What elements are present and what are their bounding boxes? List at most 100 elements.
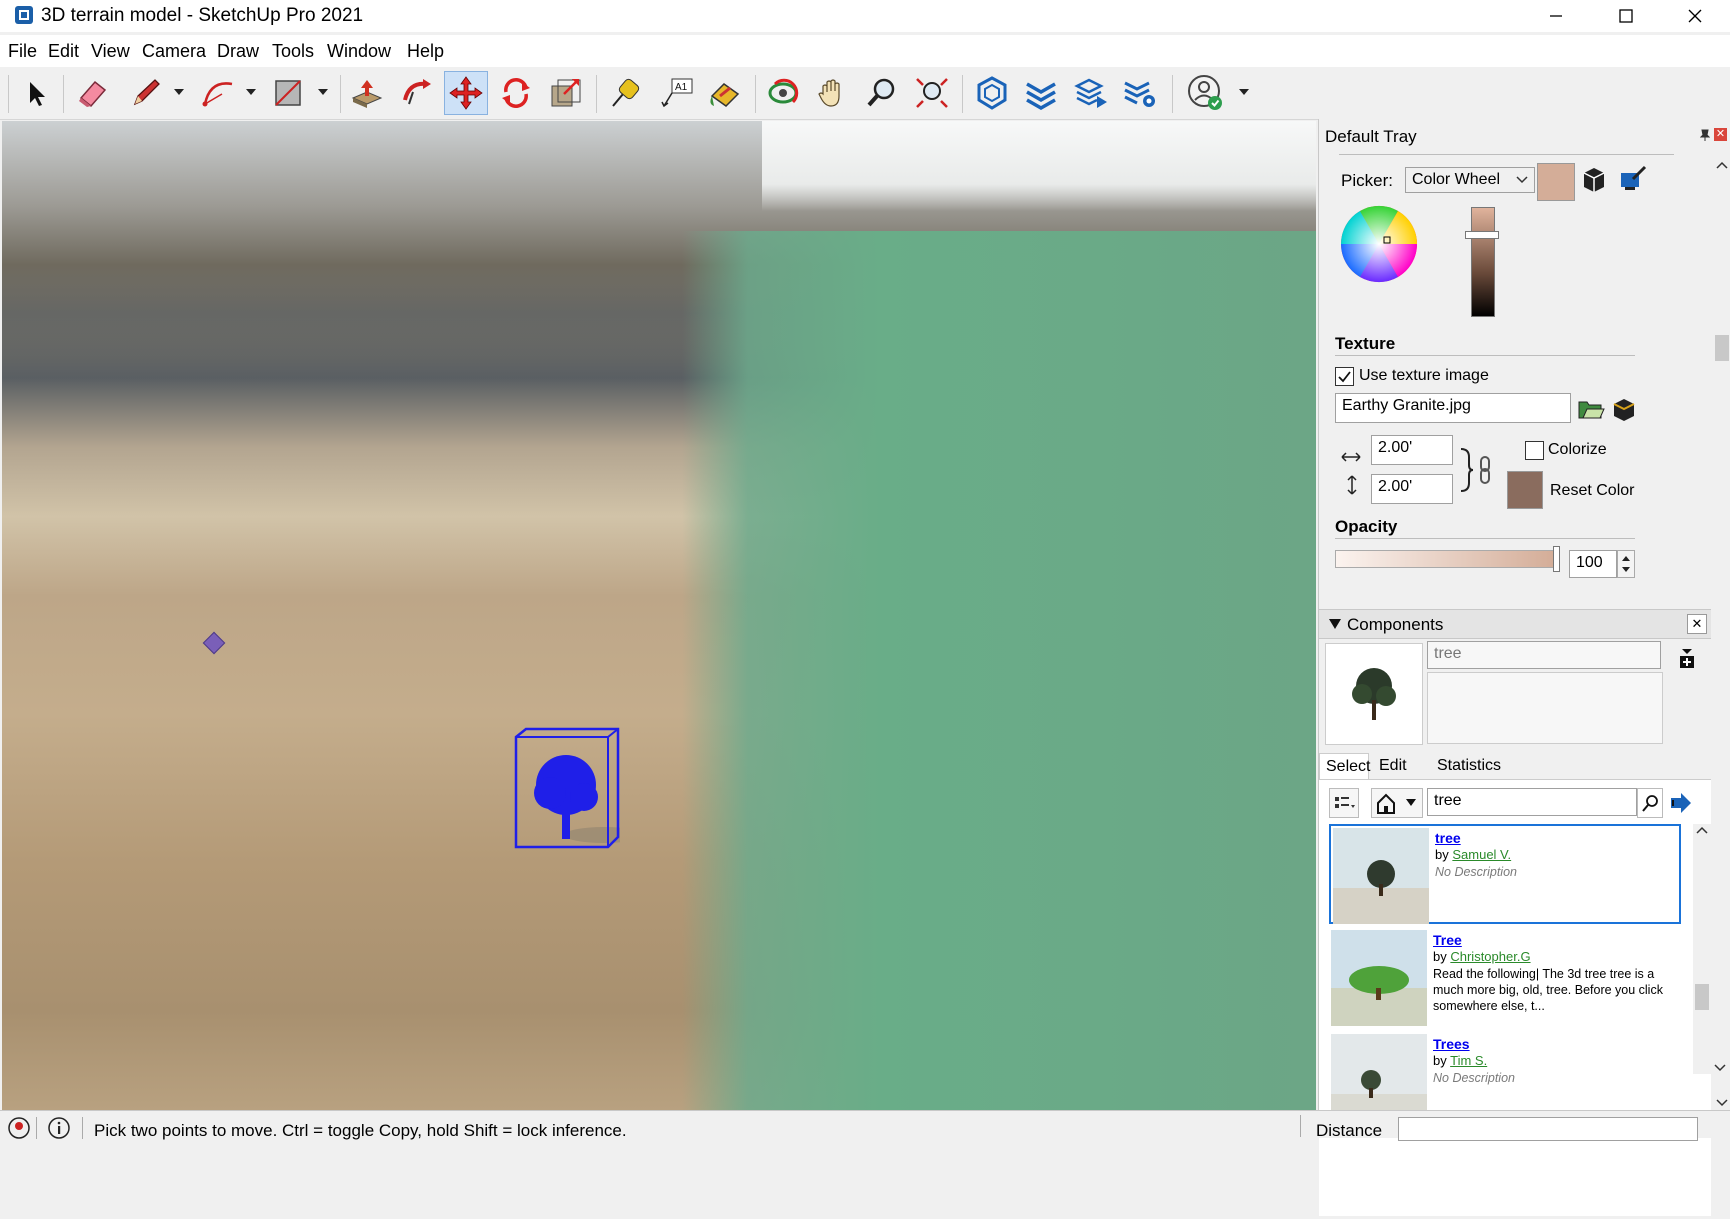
maximize-button[interactable] [1591,0,1661,32]
menu-help[interactable]: Help [407,41,444,62]
result-name[interactable]: Trees [1433,1036,1470,1052]
pan-tool-button[interactable] [811,71,855,115]
results-scrollbar[interactable] [1693,824,1726,1074]
opacity-slider-thumb[interactable] [1553,546,1560,572]
color-wheel[interactable] [1339,204,1419,284]
measurements-input[interactable] [1398,1117,1698,1141]
list-item[interactable]: tree by Samuel V. No Description [1329,824,1681,924]
components-close-button[interactable]: ✕ [1687,614,1707,634]
menu-draw[interactable]: Draw [217,41,259,62]
tray-scrollbar-thumb[interactable] [1715,335,1729,361]
texture-filename: Earthy Granite.jpg [1342,397,1471,414]
orbit-tool-button[interactable] [761,71,805,115]
pin-icon[interactable] [1700,129,1710,141]
reset-color-swatch[interactable] [1507,471,1543,509]
opacity-spinner[interactable] [1617,550,1635,578]
3d-warehouse-icon [977,76,1007,110]
extension-manager-button[interactable] [1118,71,1162,115]
toolbar-separator [1172,75,1173,113]
results-scrollbar-thumb[interactable] [1695,984,1709,1010]
close-button[interactable] [1660,0,1730,32]
minimize-button[interactable] [1521,0,1591,32]
use-texture-checkbox[interactable] [1335,367,1354,386]
component-description-field[interactable] [1427,672,1663,744]
geo-location-icon[interactable] [8,1117,30,1139]
brightness-slider-thumb[interactable] [1465,231,1499,239]
line-dropdown-arrow[interactable] [174,89,184,95]
menu-bar: File Edit View Camera Draw Tools Window … [0,35,1730,67]
menu-view[interactable]: View [91,41,130,62]
extension-warehouse-button[interactable] [1019,71,1063,115]
edit-texture-image-icon[interactable] [1611,396,1637,422]
tab-select[interactable]: Select [1319,753,1370,780]
menu-edit[interactable]: Edit [48,41,79,62]
result-name[interactable]: tree [1435,830,1461,846]
send-to-layout-button[interactable] [1069,71,1113,115]
forward-arrow-icon[interactable] [1669,792,1693,814]
zoom-extents-tool-button[interactable] [910,71,954,115]
opacity-slider[interactable] [1335,550,1555,568]
result-author[interactable]: Samuel V. [1452,847,1511,862]
rotate-tool-button[interactable] [494,71,538,115]
line-tool-button[interactable] [124,71,168,115]
picker-select[interactable]: Color Wheel [1405,167,1535,193]
3d-warehouse-button[interactable] [970,71,1014,115]
result-author[interactable]: Christopher.G [1450,949,1530,964]
material-icon[interactable] [1581,165,1607,193]
browse-folder-icon[interactable] [1577,396,1605,422]
tape-measure-tool-button[interactable] [603,71,647,115]
info-icon[interactable] [48,1117,70,1139]
list-item[interactable]: Tree by Christopher.G Read the following… [1329,928,1681,1028]
eraser-tool-button[interactable] [70,71,114,115]
move-tool-button[interactable] [444,71,488,115]
shapes-dropdown-arrow[interactable] [318,89,328,95]
account-button[interactable] [1184,71,1228,115]
colorize-checkbox[interactable] [1525,441,1544,460]
menu-file[interactable]: File [8,41,37,62]
menu-camera[interactable]: Camera [142,41,206,62]
sample-paint-icon[interactable] [1619,165,1647,193]
details-menu-icon[interactable] [1679,647,1695,669]
component-preview [1325,643,1423,745]
svg-text:A1: A1 [675,82,688,93]
menu-window[interactable]: Window [327,41,391,62]
view-options-button[interactable] [1329,788,1359,818]
follow-me-tool-button[interactable] [395,71,439,115]
divider [1339,154,1674,155]
aspect-lock-icon[interactable] [1457,447,1495,493]
component-search-input[interactable]: tree [1427,788,1637,816]
search-button[interactable] [1637,788,1663,818]
result-author[interactable]: Tim S. [1450,1053,1487,1068]
select-tool-button[interactable] [14,71,58,115]
tab-edit[interactable]: Edit [1379,757,1407,775]
opacity-field[interactable]: 100 [1569,550,1617,578]
brightness-slider[interactable] [1471,207,1495,317]
texture-filename-field[interactable]: Earthy Granite.jpg [1335,393,1571,423]
scale-tool-button[interactable] [544,71,588,115]
text-tool-button[interactable]: A1 [655,71,699,115]
push-pull-tool-button[interactable] [345,71,389,115]
texture-width-field[interactable]: 2.00' [1371,435,1453,465]
component-name: tree [1434,645,1462,662]
navigation-button[interactable] [1371,788,1423,818]
component-name-field[interactable]: tree [1427,641,1661,669]
texture-height-field[interactable]: 2.00' [1371,474,1453,504]
reset-color-button[interactable]: Reset Color [1550,482,1634,500]
tray-close-button[interactable]: ✕ [1714,128,1727,141]
component-search-value: tree [1434,792,1462,809]
paint-bucket-tool-button[interactable] [703,71,747,115]
arc-tool-button[interactable] [196,71,240,115]
account-dropdown-arrow[interactable] [1239,89,1249,95]
zoom-tool-button[interactable] [860,71,904,115]
shapes-tool-button[interactable] [266,71,310,115]
status-separator [82,1117,83,1139]
tab-statistics[interactable]: Statistics [1437,757,1501,775]
model-viewport[interactable] [2,121,1316,1110]
colorize-label: Colorize [1548,441,1607,458]
arc-dropdown-arrow[interactable] [246,89,256,95]
selected-tree-component[interactable] [514,727,620,851]
components-panel-header[interactable]: Components ✕ [1319,609,1711,639]
menu-tools[interactable]: Tools [272,41,314,62]
result-name[interactable]: Tree [1433,932,1462,948]
large-toolset-toolbar: A1 [0,67,1730,120]
